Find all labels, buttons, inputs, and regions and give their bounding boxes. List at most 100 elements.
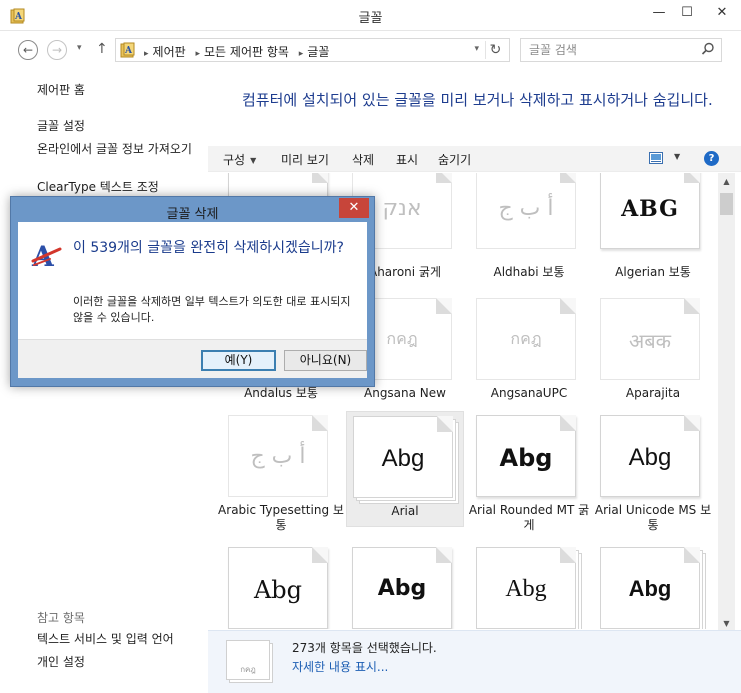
view-options-dropdown-icon[interactable]: ▼: [674, 152, 680, 161]
breadcrumb: ▸ 제어판 ▸ 모든 제어판 항목 ▸ 글꼴: [142, 43, 333, 60]
dialog-close-button[interactable]: ✕: [339, 198, 369, 218]
font-preview-thumbnail: Abg: [600, 547, 700, 629]
close-button[interactable]: ✕: [706, 1, 738, 25]
breadcrumb-separator-icon[interactable]: ▸: [299, 49, 304, 59]
up-button[interactable]: ↑: [96, 41, 108, 57]
font-preview-thumbnail: Abg: [476, 547, 576, 629]
preview-button[interactable]: 미리 보기: [281, 151, 329, 168]
font-sample-text: Abg: [505, 576, 547, 602]
delete-fonts-dialog: 글꼴 삭제 ✕ A 이 539개의 글꼴을 완전히 삭제하시겠습니까? 이러한 …: [10, 196, 375, 387]
delete-button[interactable]: 삭제: [352, 151, 374, 168]
font-name: Aparajita: [625, 386, 681, 400]
font-sample-text: ABG: [621, 196, 679, 222]
selection-count: 273개 항목을 선택했습니다.: [292, 641, 437, 655]
font-sample-text: กคฎ: [510, 329, 542, 348]
font-preview-thumbnail: ABG: [600, 173, 700, 249]
font-tile[interactable]: Abg Arial Unicode MS 보통: [594, 411, 712, 537]
font-tile[interactable]: Abg Arial Rounded MT 굵게: [469, 411, 589, 537]
font-preview-thumbnail: أ ب ج: [476, 173, 576, 249]
font-name: Aldhabi 보통: [493, 265, 565, 279]
font-name: AngsanaUPC: [490, 386, 568, 400]
breadcrumb-separator-icon[interactable]: ▸: [195, 49, 200, 59]
page-description: 컴퓨터에 설치되어 있는 글꼴을 미리 보거나 삭제하고 표시하거나 숨깁니다.: [242, 91, 713, 109]
forward-button[interactable]: →: [47, 40, 67, 60]
fonts-folder-icon: A: [120, 42, 135, 58]
breadcrumb-separator-icon[interactable]: ▸: [144, 49, 149, 59]
font-tile[interactable]: ABG Algerian 보통: [594, 173, 712, 279]
font-tile[interactable]: Abg: [222, 543, 340, 629]
address-dropdown-icon[interactable]: ▾: [474, 44, 479, 54]
font-preview-thumbnail: Abg: [600, 415, 700, 497]
font-sample-text: أ ب ج: [250, 444, 306, 469]
organize-label: 구성: [223, 153, 246, 167]
search-input[interactable]: [529, 42, 689, 58]
font-sample-text: Abg: [628, 576, 672, 601]
minimize-button[interactable]: —: [645, 1, 673, 25]
font-preview-thumbnail: Abg: [476, 415, 576, 497]
sidebar-link-cleartype[interactable]: ClearType 텍스트 조정: [37, 180, 159, 195]
font-tile[interactable]: أ ب ج Aldhabi 보통: [470, 173, 588, 279]
font-sample-text: Abg: [253, 576, 303, 604]
back-button[interactable]: ←: [18, 40, 38, 60]
help-icon[interactable]: ?: [704, 151, 719, 166]
scroll-up-icon[interactable]: ▲: [718, 177, 735, 186]
font-name: Algerian 보통: [615, 265, 691, 279]
font-tile[interactable]: กคฎ AngsanaUPC: [470, 294, 588, 410]
maximize-button[interactable]: ☐: [673, 1, 701, 25]
hide-button[interactable]: 숨기기: [438, 151, 471, 168]
no-button[interactable]: 아니요(N): [284, 350, 367, 371]
font-preview-thumbnail: Abg: [353, 416, 453, 498]
thumbnail-sample-text: กคฎ: [240, 665, 256, 674]
font-tile[interactable]: अबक Aparajita: [594, 294, 712, 410]
font-delete-warning-icon: A: [31, 240, 62, 271]
font-sample-text: Abg: [377, 576, 427, 601]
font-preview-thumbnail: أ ب ج: [228, 415, 328, 497]
font-tile[interactable]: Abg Arial: [346, 411, 464, 527]
window-titlebar: A 글꼴 — ☐ ✕: [0, 0, 741, 31]
font-tile[interactable]: Abg: [470, 543, 588, 629]
font-tile[interactable]: Abg: [346, 543, 464, 629]
scrollbar-thumb[interactable]: [720, 193, 733, 215]
sidebar-link-text-services[interactable]: 텍스트 서비스 및 입력 언어: [37, 632, 174, 647]
font-preview-thumbnail: Abg: [228, 547, 328, 629]
vertical-scrollbar[interactable]: ▲ ▼: [718, 173, 735, 630]
sidebar-link-personalization[interactable]: 개인 설정: [37, 655, 85, 670]
font-sample-text: Abg: [499, 444, 553, 472]
dialog-body: A 이 539개의 글꼴을 완전히 삭제하시겠습니까? 이러한 글꼴을 삭제하면…: [18, 222, 367, 339]
font-preview-thumbnail: अबक: [600, 298, 700, 380]
scroll-down-icon[interactable]: ▼: [718, 619, 735, 628]
dialog-question: 이 539개의 글꼴을 완전히 삭제하시겠습니까?: [73, 240, 344, 256]
breadcrumb-item[interactable]: 모든 제어판 항목: [204, 45, 289, 59]
recent-locations-icon[interactable]: ▾: [77, 43, 82, 53]
font-name: Arial Unicode MS 보통: [594, 503, 712, 532]
show-more-details-link[interactable]: 자세한 내용 표시...: [292, 658, 388, 675]
dialog-title: 글꼴 삭제: [166, 207, 219, 222]
chevron-down-icon: ▼: [250, 156, 257, 165]
font-name: Andalus 보통: [244, 386, 318, 400]
font-sample-text: Abg: [381, 445, 425, 472]
sidebar-link-control-panel-home[interactable]: 제어판 홈: [37, 83, 85, 98]
refresh-button[interactable]: ↻: [485, 41, 505, 59]
window-title: 글꼴: [358, 11, 383, 26]
change-view-icon[interactable]: [649, 152, 663, 164]
breadcrumb-item[interactable]: 글꼴: [307, 45, 329, 59]
address-bar[interactable]: A ▸ 제어판 ▸ 모든 제어판 항목 ▸ 글꼴 ▾ ↻: [115, 38, 510, 62]
organize-menu[interactable]: 구성 ▼: [223, 151, 256, 168]
svg-text:A: A: [124, 46, 133, 56]
search-icon[interactable]: [701, 42, 715, 56]
sidebar-link-get-font-info-online[interactable]: 온라인에서 글꼴 정보 가져오기: [37, 142, 199, 157]
sidebar-link-font-settings[interactable]: 글꼴 설정: [37, 119, 85, 134]
font-tile[interactable]: Abg: [594, 543, 712, 629]
address-row: ← → ▾ ↑ A ▸ 제어판 ▸ 모든 제어판 항목 ▸ 글꼴 ▾ ↻: [0, 34, 741, 66]
yes-button[interactable]: 예(Y): [201, 350, 276, 371]
details-pane: กคฎ 273개 항목을 선택했습니다. 자세한 내용 표시...: [208, 630, 741, 693]
font-sample-text: अबक: [628, 329, 672, 353]
font-name: Arabic Typesetting 보통: [218, 503, 344, 532]
selection-thumbnail: กคฎ: [226, 640, 270, 680]
search-box[interactable]: [520, 38, 722, 62]
breadcrumb-item[interactable]: 제어판: [153, 45, 186, 59]
font-preview-thumbnail: Abg: [352, 547, 452, 629]
show-button[interactable]: 표시: [396, 151, 418, 168]
font-name: Arial: [391, 504, 419, 518]
font-tile[interactable]: أ ب ج Arabic Typesetting 보통: [218, 411, 344, 537]
